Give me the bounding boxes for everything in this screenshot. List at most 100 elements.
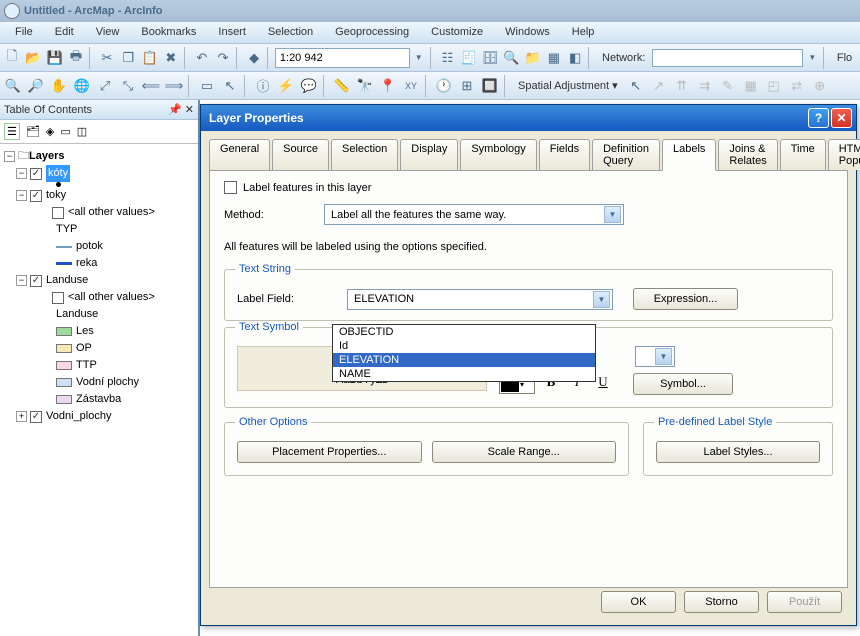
search-icon[interactable]: 🔍 [501,47,521,69]
next-extent-icon[interactable]: ⟹ [163,75,185,97]
layer-landuse[interactable]: −Landuse [4,272,194,289]
underline-button[interactable]: U [593,374,613,394]
tab-time[interactable]: Time [780,139,826,170]
model-icon[interactable]: ◧ [565,47,585,69]
layer-koty[interactable]: −kóty [4,165,194,182]
landuse-les[interactable]: Les [4,323,194,340]
storno-button[interactable]: Storno [684,591,759,613]
scale-range-button[interactable]: Scale Range... [432,441,617,463]
landuse-ttp[interactable]: TTP [4,357,194,374]
label-field-dropdown[interactable]: ELEVATION ▼ [347,289,613,310]
layer-toky[interactable]: −toky [4,187,194,204]
method-dropdown[interactable]: Label all the features the same way. ▼ [324,204,624,225]
tab-joins-relates[interactable]: Joins & Relates [718,139,777,170]
option-name[interactable]: NAME [333,367,595,381]
delete-icon[interactable]: ✖ [161,47,181,69]
python-icon[interactable]: ▦ [544,47,564,69]
close-button[interactable]: ✕ [831,108,852,128]
print-icon[interactable]: 🖶 [66,47,86,69]
catalog-icon[interactable]: 🗄 [480,47,500,69]
tab-source[interactable]: Source [272,139,329,170]
option-elevation[interactable]: ELEVATION [333,353,595,367]
pan-icon[interactable]: ✋ [48,75,70,97]
menu-bookmarks[interactable]: Bookmarks [130,22,207,43]
time-slider-icon[interactable]: 🕐 [433,75,455,97]
sa-tool1-icon[interactable]: ↗ [648,75,670,97]
option-id[interactable]: Id [333,339,595,353]
list-by-visibility-icon[interactable]: ◈ [46,125,54,138]
prev-extent-icon[interactable]: ⟸ [140,75,162,97]
dialog-titlebar[interactable]: Layer Properties ? ✕ [201,105,856,131]
save-icon[interactable]: 💾 [45,47,65,69]
landuse-zast[interactable]: Zástavba [4,391,194,408]
tab-fields[interactable]: Fields [539,139,590,170]
tab-html-popup[interactable]: HTML Popup [828,139,860,170]
sa-tool2-icon[interactable]: ⇈ [671,75,693,97]
placement-properties-button[interactable]: Placement Properties... [237,441,422,463]
toky-reka[interactable]: reka [4,255,194,272]
tab-general[interactable]: General [209,139,270,170]
tab-labels[interactable]: Labels [662,139,716,171]
open-icon[interactable]: 📂 [23,47,43,69]
ok-button[interactable]: OK [601,591,676,613]
network-dropdown[interactable] [652,49,803,67]
list-by-draw-icon[interactable]: ☰ [4,123,20,140]
sa-tool7-icon[interactable]: ⇄ [786,75,808,97]
copy-icon[interactable]: ❐ [118,47,138,69]
find-route-icon[interactable]: 📍 [377,75,399,97]
pin-icon[interactable]: 📌 [168,104,182,116]
tree-root[interactable]: −🗀 Layers [4,148,194,165]
scale-dropdown-icon[interactable]: ▼ [411,47,427,69]
sa-tool8-icon[interactable]: ⊕ [809,75,831,97]
landuse-op[interactable]: OP [4,340,194,357]
menu-view[interactable]: View [85,22,131,43]
arccatalog-icon[interactable]: 📁 [522,47,542,69]
list-by-selection-icon[interactable]: ▭ [60,125,70,138]
viewer-icon[interactable]: 🔲 [479,75,501,97]
html-popup-icon[interactable]: 💬 [298,75,320,97]
menu-help[interactable]: Help [561,22,606,43]
menu-edit[interactable]: Edit [44,22,85,43]
sa-tool3-icon[interactable]: ⇉ [694,75,716,97]
layer-vodni-plochy[interactable]: +Vodni_plochy [4,408,194,425]
menu-customize[interactable]: Customize [420,22,494,43]
label-features-checkbox[interactable] [224,181,237,194]
measure-icon[interactable]: 📏 [331,75,353,97]
find-icon[interactable]: 🔭 [354,75,376,97]
toky-potok[interactable]: potok [4,238,194,255]
sa-pointer-icon[interactable]: ↖ [625,75,647,97]
tab-symbology[interactable]: Symbology [460,139,536,170]
landuse-vp[interactable]: Vodní plochy [4,374,194,391]
list-by-source-icon[interactable]: 🗂 [26,125,40,138]
goto-xy-icon[interactable]: XY [400,75,422,97]
sa-tool5-icon[interactable]: ▦ [740,75,762,97]
full-extent-icon[interactable]: 🌐 [71,75,93,97]
pointer-icon[interactable]: ↖ [219,75,241,97]
font-size-dropdown[interactable]: ▼ [635,346,675,367]
expression-button[interactable]: Expression... [633,288,738,310]
editor-toolbar-icon[interactable]: ☷ [437,47,457,69]
cut-icon[interactable]: ✂ [97,47,117,69]
identify-icon[interactable]: ⓘ [252,75,274,97]
menu-geoprocessing[interactable]: Geoprocessing [324,22,420,43]
symbol-button[interactable]: Symbol... [633,373,733,395]
create-viewer-icon[interactable]: ⊞ [456,75,478,97]
network-dd-icon[interactable]: ▼ [804,47,820,69]
spatial-adjustment-label[interactable]: Spatial Adjustment ▾ [512,79,624,92]
toky-all-values[interactable]: <all other values> [4,204,194,221]
select-icon[interactable]: ▭ [196,75,218,97]
scale-input[interactable] [275,48,410,68]
toolbox-icon[interactable]: 🧾 [459,47,479,69]
undo-icon[interactable]: ↶ [192,47,212,69]
menu-file[interactable]: File [4,22,44,43]
menu-insert[interactable]: Insert [207,22,257,43]
zoom-out-icon[interactable]: 🔎 [25,75,47,97]
landuse-all[interactable]: <all other values> [4,289,194,306]
close-toc-icon[interactable]: ✕ [185,104,194,116]
tab-selection[interactable]: Selection [331,139,398,170]
label-styles-button[interactable]: Label Styles... [656,441,820,463]
sa-tool6-icon[interactable]: ◰ [763,75,785,97]
option-objectid[interactable]: OBJECTID [333,325,595,339]
pouzit-button[interactable]: Použít [767,591,842,613]
new-icon[interactable]: 🗋 [2,47,22,69]
